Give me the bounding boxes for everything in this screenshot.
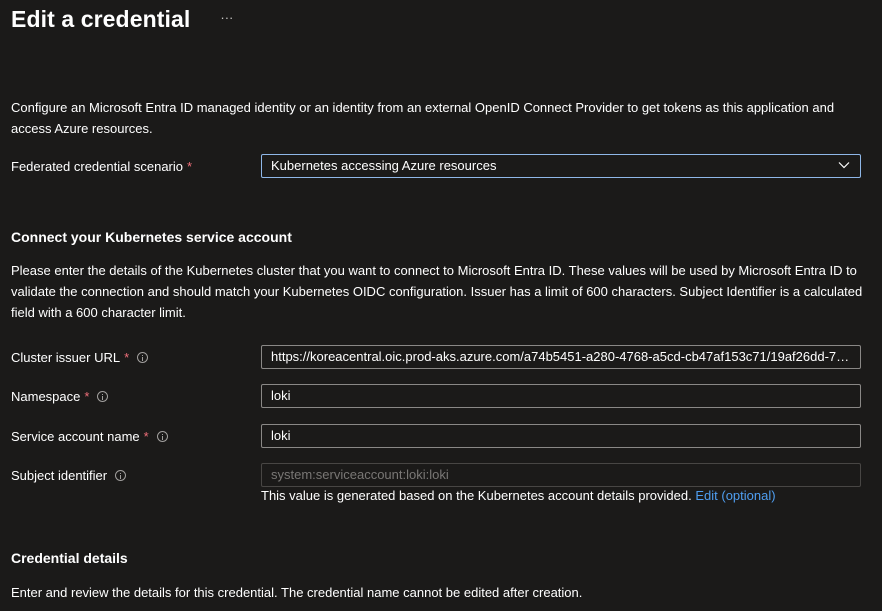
info-icon[interactable] xyxy=(156,430,168,442)
info-icon[interactable] xyxy=(115,469,127,481)
title-row: Edit a credential ··· xyxy=(11,6,237,33)
subject-identifier-input: system:serviceaccount:loki:loki xyxy=(261,463,861,487)
subject-identifier-label-text: Subject identifier xyxy=(11,467,108,483)
namespace-input[interactable]: loki xyxy=(261,384,861,408)
required-marker: * xyxy=(124,349,130,365)
scenario-selected-value: Kubernetes accessing Azure resources xyxy=(271,158,497,173)
subject-identifier-label: Subject identifier xyxy=(11,463,127,487)
helper-text: This value is generated based on the Kub… xyxy=(261,488,692,503)
cluster-issuer-input[interactable]: https://koreacentral.oic.prod-aks.azure.… xyxy=(261,345,861,369)
scenario-label: Federated credential scenario * xyxy=(11,154,192,178)
namespace-label-text: Namespace xyxy=(11,388,81,404)
subject-identifier-helper: This value is generated based on the Kub… xyxy=(261,488,776,503)
required-marker: * xyxy=(143,428,149,444)
service-account-label-text: Service account name xyxy=(11,428,140,444)
required-marker: * xyxy=(84,388,90,404)
credential-section-heading: Credential details xyxy=(11,550,128,566)
connect-section-description: Please enter the details of the Kubernet… xyxy=(11,263,863,320)
credential-section-description: Enter and review the details for this cr… xyxy=(11,585,583,600)
service-account-label: Service account name * xyxy=(11,424,168,448)
edit-credential-page: Edit a credential ··· Configure an Micro… xyxy=(0,0,882,611)
info-icon[interactable] xyxy=(97,390,109,402)
cluster-issuer-label: Cluster issuer URL * xyxy=(11,345,149,369)
edit-optional-link[interactable]: Edit (optional) xyxy=(695,488,775,503)
scenario-label-text: Federated credential scenario xyxy=(11,158,183,174)
page-title: Edit a credential xyxy=(11,6,191,32)
scenario-dropdown[interactable]: Kubernetes accessing Azure resources xyxy=(261,154,861,178)
chevron-down-icon xyxy=(838,162,850,169)
intro-text: Configure an Microsoft Entra ID managed … xyxy=(11,100,835,136)
connect-section-heading: Connect your Kubernetes service account xyxy=(11,229,292,245)
namespace-label: Namespace * xyxy=(11,384,109,408)
required-marker: * xyxy=(187,158,193,174)
more-options-button[interactable]: ··· xyxy=(216,9,237,26)
cluster-issuer-label-text: Cluster issuer URL xyxy=(11,349,121,365)
service-account-input[interactable]: loki xyxy=(261,424,861,448)
info-icon[interactable] xyxy=(137,351,149,363)
